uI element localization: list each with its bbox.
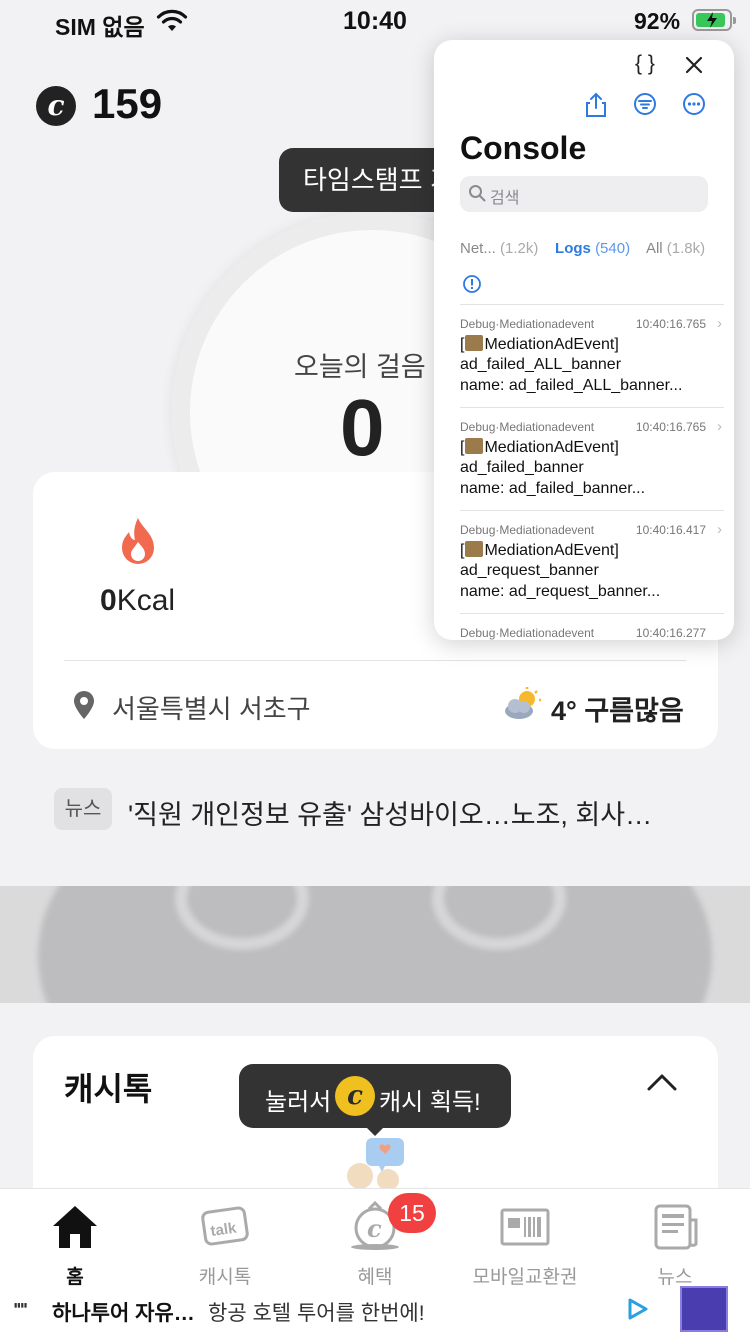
- book-icon: [465, 541, 484, 557]
- ad-choices-icon[interactable]: [626, 1298, 650, 1325]
- coin-icon: c: [335, 1076, 375, 1116]
- flame-icon: [116, 516, 160, 571]
- calorie-unit: Kcal: [116, 584, 176, 617]
- tab-label: 뉴스: [657, 1267, 693, 1288]
- tab-logs[interactable]: Logs (540): [555, 240, 630, 257]
- info-icon[interactable]: [462, 274, 482, 299]
- tab-label: 홈: [66, 1267, 84, 1288]
- news-headline[interactable]: '직원 개인정보 유출' 삼성바이오…노조, 회사…: [128, 793, 652, 832]
- braces-icon[interactable]: { }: [635, 52, 655, 76]
- chevron-right-icon: ›: [717, 315, 722, 332]
- partly-cloudy-icon: [502, 687, 542, 726]
- chevron-right-icon: ›: [717, 418, 722, 435]
- console-search-input[interactable]: 검색: [460, 176, 708, 212]
- svg-text:talk: talk: [209, 1219, 238, 1240]
- cashtalk-title: 캐시톡: [64, 1071, 153, 1107]
- battery-icon: [692, 9, 736, 31]
- benefit-badge: 15: [388, 1193, 436, 1233]
- card-divider: [64, 660, 686, 661]
- ad-title[interactable]: 하나투어 자유…: [52, 1297, 195, 1327]
- log-entry[interactable]: Debug·Mediationadevent 10:40:16.765 › [M…: [460, 407, 724, 510]
- talk-icon: talk: [150, 1196, 300, 1254]
- close-icon[interactable]: [685, 48, 703, 81]
- tab-network[interactable]: Net... (1.2k): [460, 240, 538, 257]
- status-bar: SIM 없음 10:40 92%: [0, 0, 750, 42]
- battery-percent: 92%: [634, 8, 681, 34]
- log-entry[interactable]: Debug·Mediationadevent 10:40:16.417 › [M…: [460, 510, 724, 613]
- home-icon: [0, 1196, 150, 1254]
- console-filter-tabs: Net... (1.2k) Logs (540) All (1.8k): [460, 240, 705, 257]
- tooltip-text-before: 눌러서: [265, 1089, 332, 1116]
- chevron-up-icon[interactable]: [646, 1072, 678, 1097]
- tooltip-text-after: 캐시 획득!: [379, 1089, 481, 1116]
- console-log-list: Debug·Mediationadevent 10:40:16.765 › [M…: [460, 304, 724, 640]
- more-icon[interactable]: [682, 92, 706, 121]
- weather-label: 4° 구름많음: [551, 696, 684, 726]
- tab-all[interactable]: All (1.8k): [646, 240, 705, 257]
- log-entry[interactable]: Debug·Mediationadevent 10:40:16.277: [460, 613, 724, 640]
- news-icon: [600, 1196, 750, 1254]
- cash-balance[interactable]: 159: [92, 80, 162, 128]
- tab-label: 모바일교환권: [472, 1267, 578, 1288]
- book-icon: [465, 438, 484, 454]
- search-icon: [468, 184, 486, 207]
- filter-icon[interactable]: [633, 92, 657, 121]
- ad-banner-placeholder[interactable]: [0, 886, 750, 1003]
- tab-cashtalk[interactable]: talk 캐시톡: [150, 1196, 300, 1289]
- search-placeholder: 검색: [490, 190, 520, 207]
- ad-description[interactable]: 항공 호텔 투어를 한번에!: [208, 1297, 425, 1327]
- tab-voucher[interactable]: 모바일교환권: [450, 1196, 600, 1289]
- console-title: Console: [460, 130, 587, 166]
- location-label[interactable]: 서울특별시 서초구: [112, 689, 311, 726]
- debug-console-panel: { } Console 검색 Net... (1.2k) Logs (540) …: [434, 40, 734, 640]
- tab-label: 캐시톡: [198, 1267, 252, 1288]
- calorie-readout: 0Kcal: [100, 584, 175, 618]
- book-icon: [465, 335, 484, 351]
- voucher-icon: [450, 1196, 600, 1254]
- cashtalk-tooltip[interactable]: 눌러서 c 캐시 획득!: [239, 1064, 511, 1136]
- log-entry[interactable]: Debug·Mediationadevent 10:40:16.765 › [M…: [460, 304, 724, 407]
- ad-logo-icon: ▮▮▮▮: [14, 1303, 28, 1309]
- chevron-right-icon: ›: [717, 521, 722, 538]
- steps-count: 0: [340, 383, 385, 472]
- calorie-value: 0: [100, 584, 117, 617]
- tab-home[interactable]: 홈: [0, 1196, 150, 1289]
- chat-characters-icon[interactable]: [340, 1136, 410, 1195]
- location-pin-icon: [72, 690, 96, 725]
- tab-label: 혜택: [357, 1267, 393, 1288]
- svg-text:c: c: [367, 1214, 382, 1243]
- news-badge: 뉴스: [54, 788, 112, 830]
- share-icon[interactable]: [584, 92, 608, 123]
- ad-thumbnail[interactable]: [680, 1286, 728, 1332]
- cash-coin-icon: c: [36, 86, 76, 126]
- tab-news[interactable]: 뉴스: [600, 1196, 750, 1289]
